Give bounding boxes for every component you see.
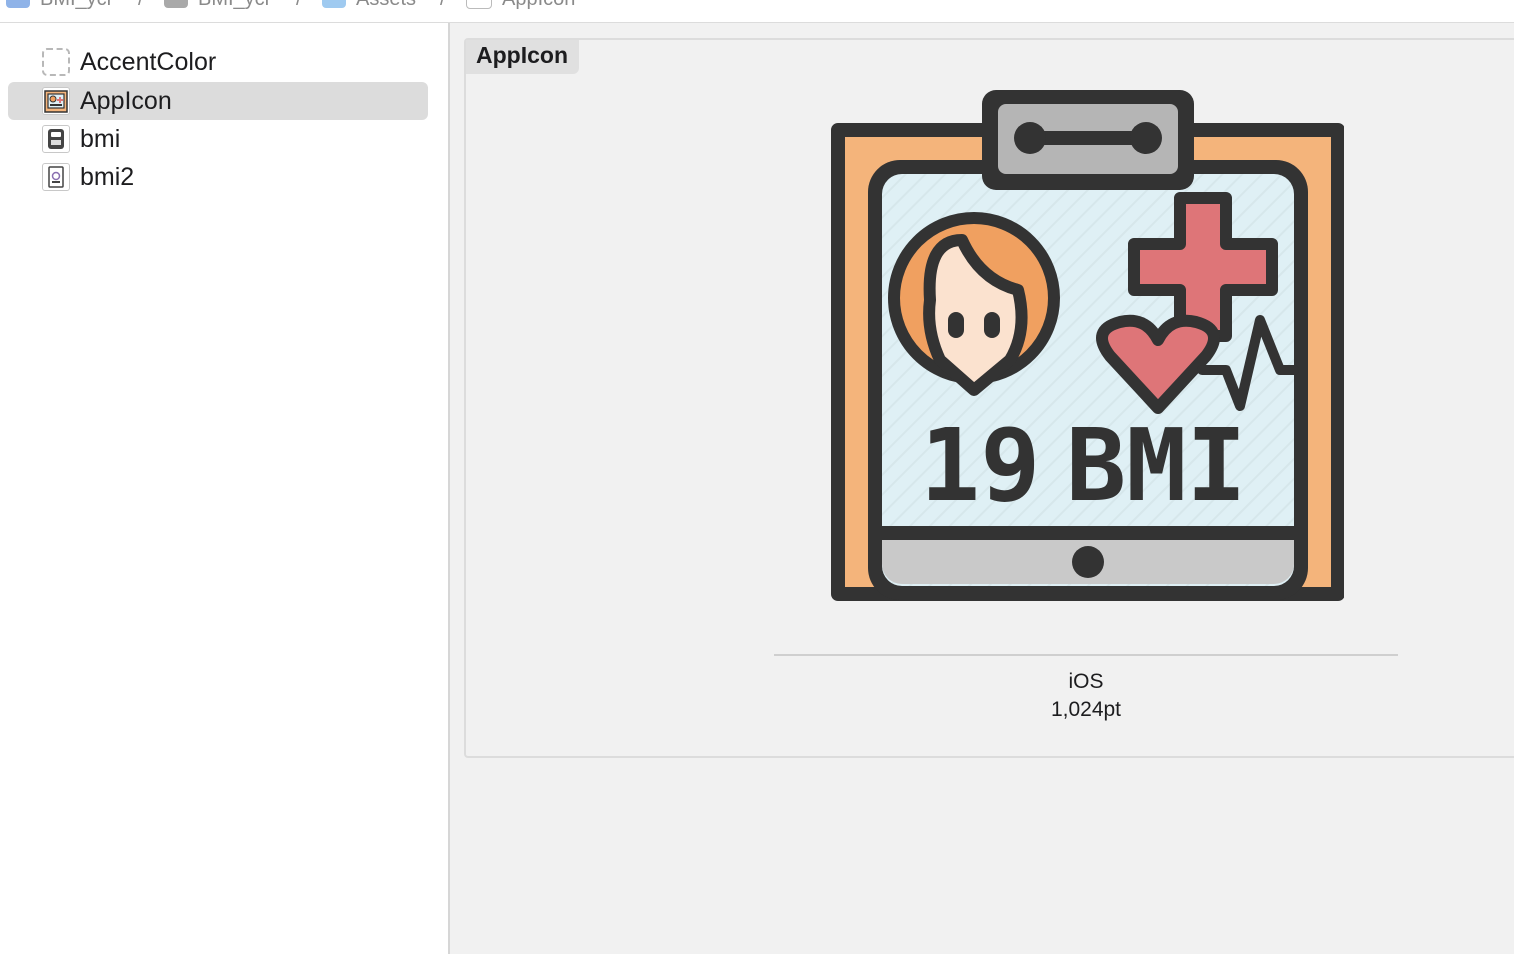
asset-item-label: AccentColor (80, 48, 217, 76)
breadcrumb-item-assets[interactable]: Assets (322, 0, 416, 11)
breadcrumb-item-folder[interactable]: BMI_ycr (164, 0, 271, 11)
breadcrumb-label: BMI_ycr (198, 0, 271, 11)
breadcrumb-label: BMI_ycr (40, 0, 113, 11)
asset-list-sidebar: AccentColor AppIcon bmi bmi2 (0, 23, 450, 954)
asset-catalog-icon (322, 0, 346, 8)
breadcrumb-separator: / (440, 0, 446, 11)
asset-item-accentcolor[interactable]: AccentColor (8, 43, 428, 81)
folder-icon (164, 0, 188, 8)
breadcrumb: BMI_ycr / BMI_ycr / Assets / AppIcon (0, 0, 1514, 23)
breadcrumb-item-project[interactable]: BMI_ycr (6, 0, 113, 11)
breadcrumb-label: Assets (356, 0, 416, 11)
project-icon (6, 0, 30, 8)
appicon-icon (466, 0, 492, 9)
bmi2-image-icon (42, 163, 70, 191)
asset-item-appicon[interactable]: AppIcon (8, 82, 428, 120)
slot-divider (774, 654, 1398, 656)
icon-number-text: 19 (920, 407, 1040, 524)
breadcrumb-item-appicon[interactable]: AppIcon (466, 0, 575, 11)
asset-item-bmi2[interactable]: bmi2 (8, 158, 428, 196)
asset-item-bmi[interactable]: bmi (8, 120, 428, 158)
asset-item-label: AppIcon (80, 87, 172, 115)
slot-size-label: 1,024pt (1050, 698, 1122, 721)
color-set-icon (42, 48, 70, 76)
bmi-image-icon (42, 125, 70, 153)
appicon-slot-ios-1024[interactable]: 19 BMI (830, 90, 1345, 604)
slot-platform-label: iOS (1068, 670, 1104, 693)
icon-acronym-text: BMI (1066, 407, 1247, 524)
appicon-set-editor: AppIcon 19 BMI iOS 1,024pt (464, 38, 1514, 758)
breadcrumb-separator: / (296, 0, 302, 11)
asset-item-label: bmi (80, 125, 121, 153)
asset-item-label: bmi2 (80, 163, 135, 191)
appicon-thumbnail-icon (42, 87, 70, 115)
breadcrumb-separator: / (138, 0, 144, 11)
set-title[interactable]: AppIcon (466, 40, 579, 74)
bmi-clipboard-app-icon: 19 BMI (831, 90, 1345, 601)
breadcrumb-label: AppIcon (502, 0, 575, 11)
